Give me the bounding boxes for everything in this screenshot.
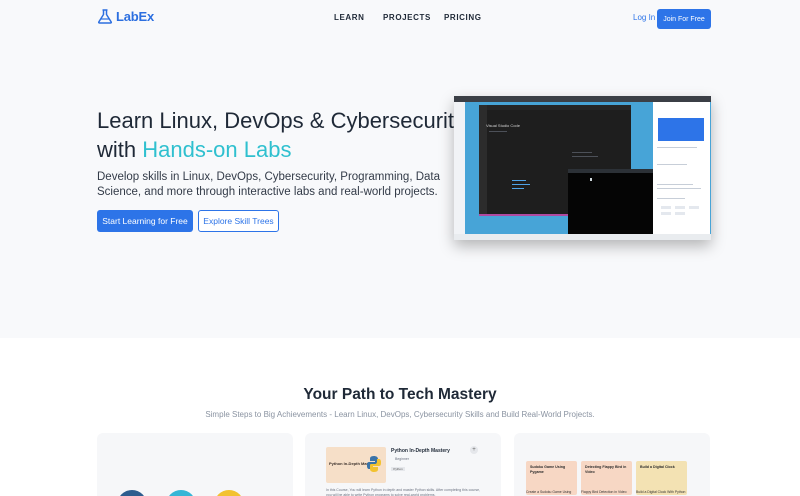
vscode-link-line — [512, 188, 524, 189]
terminal-cursor — [590, 178, 592, 181]
vscode-text-line — [572, 152, 592, 153]
course-level: Beginner — [395, 457, 410, 461]
course-title: Python In-Depth Mastery — [391, 448, 450, 454]
nav-pricing[interactable]: PRICING — [444, 13, 482, 22]
course-thumbnail: Python In-Depth Mastery — [326, 447, 386, 483]
python-logo-icon — [367, 456, 381, 472]
login-link[interactable]: Log In — [633, 13, 655, 22]
logo-text: LabEx — [116, 9, 155, 24]
lab-environment-screenshot: Visual Studio Code — [454, 96, 711, 240]
panel-text-line — [657, 164, 687, 165]
project-card-label: Sudoku Game Using Pygame — [530, 465, 566, 474]
vscode-activity-bar — [479, 105, 487, 214]
panel-block — [689, 206, 699, 209]
project-caption: Create a Sudoku Game Using — [526, 490, 572, 494]
start-learning-button[interactable]: Start Learning for Free — [97, 210, 193, 232]
path-section-title: Your Path to Tech Mastery — [303, 386, 497, 403]
hero-title: Learn Linux, DevOps & Cybersecurity with… — [97, 106, 465, 164]
step-card-1[interactable] — [97, 433, 293, 496]
desktop-sidebar — [454, 102, 465, 234]
vscode-link-line — [512, 184, 530, 185]
path-section-subtitle: Simple Steps to Big Achievements - Learn… — [205, 410, 595, 419]
step-card-2[interactable]: Python In-Depth Mastery Python In-Depth … — [305, 433, 501, 496]
project-caption: Build a Digital Clock With Python — [636, 490, 686, 494]
site-header: LabEx LEARN PROJECTS PRICING Log In Join… — [0, 0, 800, 36]
hero-title-highlight: Hands-on Labs — [142, 137, 292, 162]
desktop-taskbar — [454, 234, 711, 240]
terminal-window — [568, 169, 658, 234]
panel-text-line — [657, 147, 697, 148]
panel-block — [675, 206, 685, 209]
project-caption: Flappy Bird Detection in Video — [581, 490, 627, 494]
vscode-text-line — [489, 131, 507, 132]
nav-projects[interactable]: PROJECTS — [383, 13, 431, 22]
explore-skill-trees-button[interactable]: Explore Skill Trees — [198, 210, 279, 232]
hero-description: Develop skills in Linux, DevOps, Cyberse… — [97, 171, 440, 198]
vscode-link-line — [512, 180, 526, 181]
panel-block — [661, 212, 671, 215]
course-tag: Python — [391, 467, 405, 471]
hero-title-line1: Learn Linux, DevOps & Cybersecurity — [97, 108, 466, 133]
vscode-text-line — [572, 156, 598, 157]
panel-text-line — [657, 184, 693, 185]
labex-logo[interactable]: LabEx — [97, 9, 154, 24]
lab-instructions-panel — [653, 102, 710, 234]
project-card-label: Detecting Flappy Bird in Video — [585, 465, 627, 474]
vscode-tab-bar — [487, 105, 631, 110]
panel-block — [675, 212, 685, 215]
project-card-label: Build a Digital Clock — [640, 465, 675, 469]
vscode-welcome-title: Visual Studio Code — [486, 123, 520, 128]
panel-text-line — [657, 198, 685, 199]
panel-banner — [658, 118, 704, 141]
nav-learn[interactable]: LEARN — [334, 13, 365, 22]
flask-icon — [97, 9, 113, 24]
join-button[interactable]: Join For Free — [657, 9, 711, 29]
course-description: In this Course, You will learn Python in… — [326, 488, 481, 496]
hero-title-prefix: with — [97, 137, 143, 162]
add-course-icon[interactable]: + — [470, 446, 478, 454]
panel-text-line — [657, 188, 701, 189]
panel-block — [661, 206, 671, 209]
step-card-3[interactable]: Sudoku Game Using Pygame Detecting Flapp… — [514, 433, 710, 496]
